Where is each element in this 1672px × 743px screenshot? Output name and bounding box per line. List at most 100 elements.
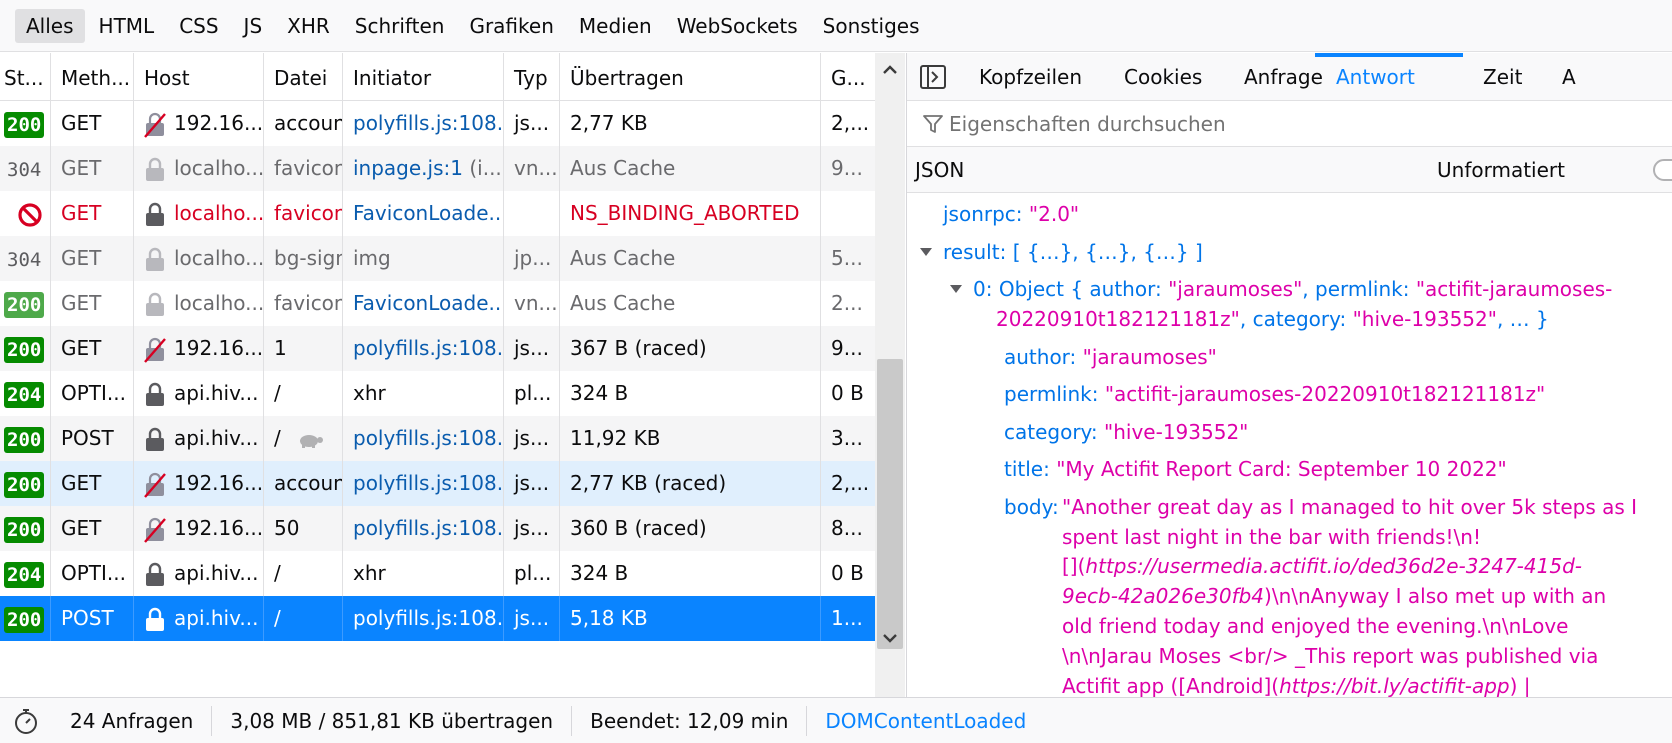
initiator-link[interactable]: polyfills.js:108... bbox=[353, 426, 504, 450]
cell-type: js... bbox=[504, 326, 560, 371]
cell-transferred: 5,18 KB bbox=[560, 596, 821, 641]
json-body-url[interactable]: https://bit.ly/actifit-app bbox=[1279, 674, 1510, 697]
table-row[interactable]: 200 GET localho... favicon. FaviconLoade... v… bbox=[0, 281, 875, 326]
type-text: js... bbox=[514, 336, 550, 360]
filter-tab-xhr[interactable]: XHR bbox=[276, 9, 341, 43]
initiator-link[interactable]: polyfills.js:108... bbox=[353, 471, 503, 495]
column-header-file[interactable]: Datei bbox=[264, 53, 343, 101]
initiator-link[interactable]: FaviconLoade... bbox=[353, 291, 503, 315]
column-header-host[interactable]: Host bbox=[134, 53, 264, 101]
table-row[interactable]: 200 GET 192.16... 1 polyfills.js:108... js...… bbox=[0, 326, 875, 371]
tab-cookies[interactable]: Cookies bbox=[1124, 53, 1202, 101]
cell-method: OPTI... bbox=[51, 551, 134, 596]
json-row-title[interactable]: title: "My Actifit Report Card: Septembe… bbox=[1004, 454, 1507, 484]
table-row[interactable]: 200 GET 192.16... account polyfills.js:108..… bbox=[0, 461, 875, 506]
json-row-body[interactable]: body: bbox=[1004, 492, 1059, 522]
raw-toggle-label[interactable]: Unformatiert bbox=[1437, 147, 1565, 193]
filter-tab-html[interactable]: HTML bbox=[88, 9, 166, 43]
cell-type: pl... bbox=[504, 371, 560, 416]
type-text: vn... bbox=[514, 156, 558, 180]
initiator-link[interactable]: polyfills.js:108... bbox=[353, 111, 503, 135]
filter-tab-fonts[interactable]: Schriften bbox=[344, 9, 456, 43]
initiator-line: :108... bbox=[451, 426, 504, 450]
initiator-link[interactable]: FaviconLoade... bbox=[353, 201, 503, 225]
file-text: / bbox=[274, 381, 281, 405]
transfer-summary: 3,08 MB / 851,81 KB übertragen bbox=[212, 705, 573, 736]
file-text: favicon. bbox=[274, 156, 342, 180]
column-header-transferred[interactable]: Übertragen bbox=[560, 53, 821, 101]
cell-size: 0 B bbox=[821, 371, 875, 416]
cell-file: account bbox=[264, 461, 343, 506]
table-row[interactable]: 204 OPTI... api.hiv... / xhr pl... 324 B 0 B bbox=[0, 371, 875, 416]
json-body-url[interactable]: 9ecb-42a026e30fb4 bbox=[1062, 584, 1264, 608]
tab-request[interactable]: Anfrage bbox=[1244, 53, 1323, 101]
column-header-size[interactable]: G... bbox=[821, 53, 875, 101]
filter-tab-images[interactable]: Grafiken bbox=[458, 9, 564, 43]
type-text: pl... bbox=[514, 561, 552, 585]
table-row[interactable]: 304 GET localho... bg-sign img jp... Aus Cache… bbox=[0, 236, 875, 281]
column-header-initiator[interactable]: Initiator bbox=[343, 53, 504, 101]
tab-more[interactable]: A bbox=[1562, 53, 1576, 101]
file-text: / bbox=[274, 606, 281, 630]
initiator-link[interactable]: polyfills.js:108... bbox=[353, 336, 503, 360]
cell-method: GET bbox=[51, 236, 134, 281]
table-row[interactable]: 204 OPTI... api.hiv... / xhr pl... 324 B 0 B bbox=[0, 551, 875, 596]
filter-tab-websockets[interactable]: WebSockets bbox=[666, 9, 809, 43]
cell-status: 204 bbox=[0, 551, 51, 596]
request-type-filter-bar: Alles HTML CSS JS XHR Schriften Grafiken… bbox=[0, 0, 1672, 52]
initiator-link[interactable]: inpage.js:1 bbox=[353, 156, 463, 180]
json-body-line-5: old friend today and enjoyed the evening… bbox=[1062, 614, 1569, 638]
json-row-result[interactable]: result: [ {…}, {…}, {…} ] bbox=[920, 237, 1203, 267]
json-section-label[interactable]: JSON bbox=[915, 147, 964, 193]
toggle-sidebar-icon[interactable] bbox=[919, 64, 947, 90]
column-header-method[interactable]: Meth... bbox=[51, 53, 134, 101]
json-body-url[interactable]: https://usermedia.actifit.io/ded36d2e-32… bbox=[1085, 554, 1582, 578]
request-list-scrollbar[interactable] bbox=[875, 53, 905, 697]
raw-toggle-switch[interactable] bbox=[1653, 159, 1672, 181]
table-row[interactable]: 304GETlocalho...favicon.inpage.js:1 (i..… bbox=[0, 146, 875, 191]
lock-icon bbox=[146, 157, 164, 181]
scroll-down-icon[interactable] bbox=[881, 629, 899, 647]
lock-icon bbox=[146, 427, 164, 451]
cell-transferred: Aus Cache bbox=[560, 236, 821, 281]
tab-timings[interactable]: Zeit bbox=[1483, 53, 1522, 101]
filter-tab-css[interactable]: CSS bbox=[168, 9, 229, 43]
cell-status: 200 bbox=[0, 326, 51, 371]
filter-tab-other[interactable]: Sonstiges bbox=[812, 9, 931, 43]
transferred-text: 5,18 KB bbox=[570, 606, 648, 630]
filter-tab-all[interactable]: Alles bbox=[15, 8, 85, 43]
table-row[interactable]: 200 POST api.hiv... / polyfills.js:108... js.… bbox=[0, 596, 875, 641]
initiator-link[interactable]: polyfills.js:108... bbox=[353, 516, 503, 540]
cell-status: 200 bbox=[0, 596, 51, 641]
tab-response[interactable]: Antwort bbox=[1336, 53, 1415, 101]
expand-arrow-icon[interactable] bbox=[919, 245, 933, 259]
properties-search-input[interactable] bbox=[949, 107, 1649, 141]
scroll-up-icon[interactable] bbox=[881, 61, 899, 79]
filter-tab-media[interactable]: Medien bbox=[568, 9, 663, 43]
json-row-permlink[interactable]: permlink: "actifit-jaraumoses-20220910t1… bbox=[1004, 379, 1545, 409]
scrollbar-thumb[interactable] bbox=[877, 359, 903, 649]
column-header-type[interactable]: Typ bbox=[504, 53, 560, 101]
host-text: localho... bbox=[174, 246, 264, 270]
table-row[interactable]: GET localho... favicon. FaviconLoade... NS_B… bbox=[0, 191, 875, 236]
filter-tab-js[interactable]: JS bbox=[233, 9, 274, 43]
stopwatch-icon[interactable] bbox=[12, 707, 40, 735]
json-value: "actifit-jaraumoses- bbox=[1415, 277, 1613, 301]
expand-arrow-icon[interactable] bbox=[949, 282, 963, 296]
status-badge: 200 bbox=[4, 516, 45, 543]
table-row[interactable]: 200 GET 192.16... 50 polyfills.js:108... js..… bbox=[0, 506, 875, 551]
cell-method: POST bbox=[51, 416, 134, 461]
cell-initiator: polyfills.js:108... bbox=[343, 326, 504, 371]
method-text: GET bbox=[61, 336, 102, 360]
json-row-category[interactable]: category: "hive-193552" bbox=[1004, 417, 1248, 447]
column-header-status[interactable]: St... bbox=[0, 53, 51, 101]
cell-host: 192.16... bbox=[134, 101, 264, 146]
host-text: localho... bbox=[174, 201, 264, 225]
table-row[interactable]: 200 GET 192.16... account polyfills.js:108..… bbox=[0, 101, 875, 146]
initiator-link[interactable]: polyfills.js:108... bbox=[353, 606, 503, 630]
tab-headers[interactable]: Kopfzeilen bbox=[979, 53, 1082, 101]
json-row-jsonrpc[interactable]: jsonrpc: "2.0" bbox=[943, 199, 1079, 229]
table-row[interactable]: 200 POST api.hiv... / polyfills.js:108... js.… bbox=[0, 416, 875, 461]
json-row-author[interactable]: author: "jaraumoses" bbox=[1004, 342, 1217, 372]
json-row-object-0[interactable]: 0: Object { author: "jaraumoses", permli… bbox=[950, 274, 1613, 304]
